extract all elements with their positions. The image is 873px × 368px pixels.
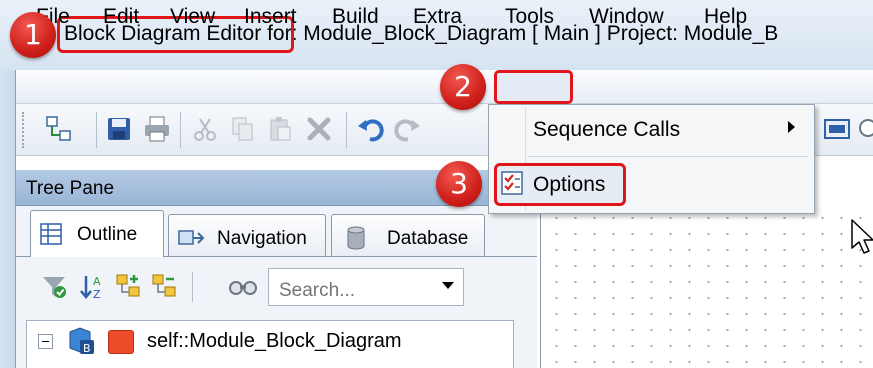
search-dropdown-icon[interactable] <box>442 282 454 289</box>
tab-outline[interactable]: Outline <box>30 210 164 257</box>
submenu-arrow-icon <box>788 121 795 133</box>
svg-text:A: A <box>93 275 101 288</box>
menu-item-sequence-calls[interactable]: Sequence Calls <box>533 118 680 142</box>
tab-navigation-label: Navigation <box>217 228 307 249</box>
menu-build[interactable]: Build <box>332 5 379 29</box>
block-diagram-icon[interactable] <box>44 114 74 144</box>
tree-pane-title: Tree Pane <box>26 178 115 199</box>
options-checklist-icon <box>500 170 524 201</box>
undo-icon[interactable] <box>356 114 386 144</box>
zoom-icon[interactable] <box>856 114 873 144</box>
cut-icon[interactable] <box>190 114 220 144</box>
database-icon <box>347 226 365 250</box>
module-block-icon: B <box>66 326 102 361</box>
binoculars-icon[interactable] <box>228 276 258 306</box>
menu-insert[interactable]: Insert <box>244 5 297 29</box>
toolbar-grip[interactable] <box>22 112 28 148</box>
diagram-canvas[interactable] <box>540 206 873 368</box>
save-icon[interactable] <box>104 114 134 144</box>
print-icon[interactable] <box>142 114 172 144</box>
collapse-icon[interactable] <box>38 334 53 349</box>
menu-edit[interactable]: Edit <box>103 5 139 29</box>
outline-icon <box>40 223 62 245</box>
filter-icon[interactable] <box>40 272 70 302</box>
svg-text:B: B <box>83 342 91 355</box>
toolbar-separator <box>96 112 97 148</box>
tools-highlight-box <box>494 70 573 104</box>
tab-navigation[interactable]: Navigation <box>168 214 326 256</box>
step-badge-3: 3 <box>436 161 482 207</box>
tree-node-label[interactable]: self::Module_Block_Diagram <box>147 330 402 353</box>
menu-window[interactable]: Window <box>589 5 664 29</box>
delete-icon[interactable] <box>304 114 334 144</box>
collapse-all-icon[interactable] <box>150 272 180 302</box>
toolbar-separator <box>180 112 181 148</box>
navigation-icon <box>178 230 205 245</box>
expand-all-icon[interactable] <box>114 272 144 302</box>
menu-separator <box>528 156 808 157</box>
toolbar-separator <box>192 272 193 302</box>
menu-help[interactable]: Help <box>704 5 747 29</box>
redo-icon[interactable] <box>392 114 422 144</box>
mouse-cursor-icon <box>850 218 873 261</box>
step-badge-1: 1 <box>10 12 56 58</box>
menu-tools[interactable]: Tools <box>505 5 554 29</box>
tab-database[interactable]: Database <box>331 214 485 256</box>
search-input[interactable] <box>268 268 464 306</box>
tab-database-label: Database <box>387 228 469 249</box>
menu-extra[interactable]: Extra <box>413 5 462 29</box>
menu-view[interactable]: View <box>170 5 215 29</box>
copy-icon[interactable] <box>228 114 258 144</box>
sort-az-icon[interactable]: AZ <box>78 272 108 302</box>
paste-icon[interactable] <box>266 114 296 144</box>
step-badge-2: 2 <box>440 64 486 110</box>
status-square-icon <box>108 330 134 354</box>
menu-item-options[interactable]: Options <box>533 173 605 197</box>
window-frame <box>0 70 16 368</box>
diagram-view-icon[interactable] <box>822 114 852 144</box>
tab-outline-label: Outline <box>77 224 138 245</box>
toolbar-separator <box>346 112 347 148</box>
svg-text:Z: Z <box>93 288 101 301</box>
